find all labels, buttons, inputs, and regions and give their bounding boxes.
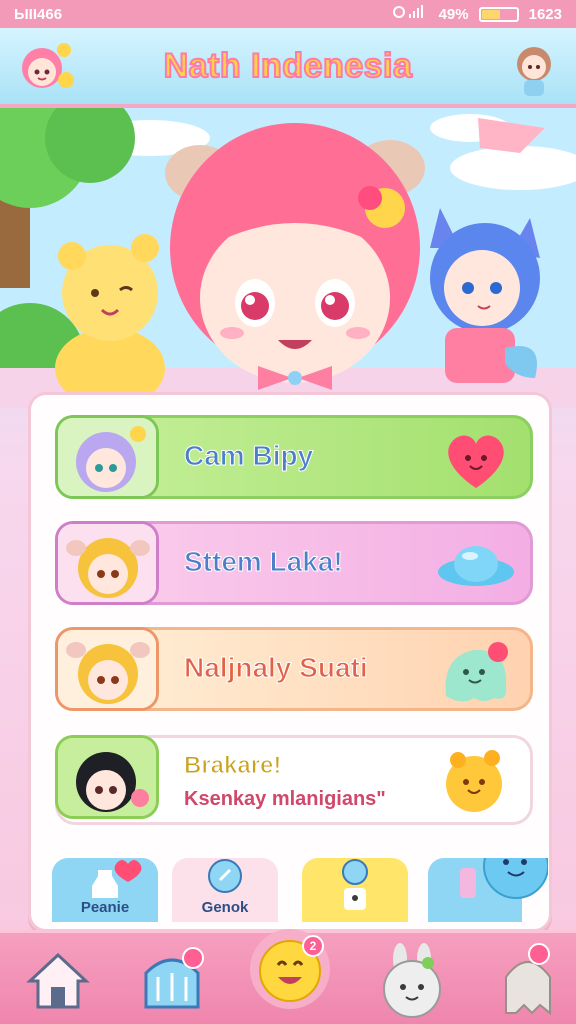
shortcut-genok-button[interactable]: Genok: [172, 858, 278, 922]
hero-scene: [0, 108, 576, 408]
bottom-nav: 2: [0, 929, 576, 1024]
menu-item-naljnaly-suati[interactable]: Naljnaly Suati: [55, 627, 533, 711]
header: Nath Indenesia: [0, 28, 576, 108]
shortcut-peanie-button[interactable]: Peanie: [52, 858, 158, 922]
status-left-text: ЫII466: [14, 5, 63, 23]
menu-item-label: Brakare!: [183, 752, 282, 780]
menu-item-portrait: [55, 627, 159, 711]
nav-badge: 2: [302, 935, 324, 957]
nav-badge: [528, 943, 550, 965]
home-icon: [26, 952, 90, 1009]
status-right: 49% 1623: [392, 5, 562, 23]
page-title: Nath Indenesia: [163, 46, 413, 86]
blue-cat-character: [430, 208, 540, 383]
status-bar: ЫII466 49% 1623: [0, 0, 576, 28]
bottle-icon: [52, 858, 158, 906]
menu-item-sttem-laka[interactable]: Sttem Laka!: [55, 521, 533, 605]
battery-percent: 49%: [438, 5, 469, 23]
menu-item-portrait: [55, 735, 159, 819]
menu-panel: Cam Bipy Sttem Laka! Naljnaly Suati Brak…: [28, 392, 552, 932]
status-time: 1623: [528, 5, 562, 23]
friend-avatar[interactable]: [502, 36, 562, 100]
menu-item-portrait: [55, 415, 159, 499]
nav-ghost-button[interactable]: [488, 937, 568, 1023]
nav-bunny-button[interactable]: [372, 937, 452, 1023]
saturn-hat-icon: [436, 530, 516, 602]
battery-fill: [481, 9, 501, 19]
bunny-icon: [383, 943, 441, 1018]
menu-item-label: Cam Bipy: [183, 440, 314, 472]
heart-blob-icon: [436, 424, 516, 496]
menu-item-sublabel: Ksenkay mlanigians": [184, 788, 386, 810]
nav-home-button[interactable]: [18, 937, 98, 1023]
menu-item-cam-bipy[interactable]: Cam Bipy: [55, 415, 533, 499]
gift-icon: [428, 833, 549, 906]
nav-badge: [182, 947, 204, 969]
menu-item-brakare[interactable]: Brakare! Ksenkay mlanigians": [55, 735, 533, 825]
star-blob-icon: [436, 744, 516, 816]
shortcut-gift-button[interactable]: [428, 833, 549, 922]
menu-item-label: Sttem Laka!: [184, 546, 344, 578]
compass-icon: [172, 858, 278, 906]
shortcut-lock-button[interactable]: [302, 858, 408, 922]
player-avatar[interactable]: [14, 36, 74, 100]
yellow-bear-character: [55, 234, 165, 408]
smile-icon: [250, 929, 330, 1009]
battery-icon: [478, 6, 519, 22]
ghost-blob-icon: [436, 636, 516, 708]
menu-item-portrait: [55, 521, 159, 605]
lock-icon: [302, 858, 408, 910]
menu-item-label: Naljnaly Suati: [184, 652, 369, 684]
nav-hair-button[interactable]: [132, 937, 212, 1023]
nav-smile-button[interactable]: 2: [248, 921, 332, 1009]
signal-icon: [392, 5, 429, 23]
